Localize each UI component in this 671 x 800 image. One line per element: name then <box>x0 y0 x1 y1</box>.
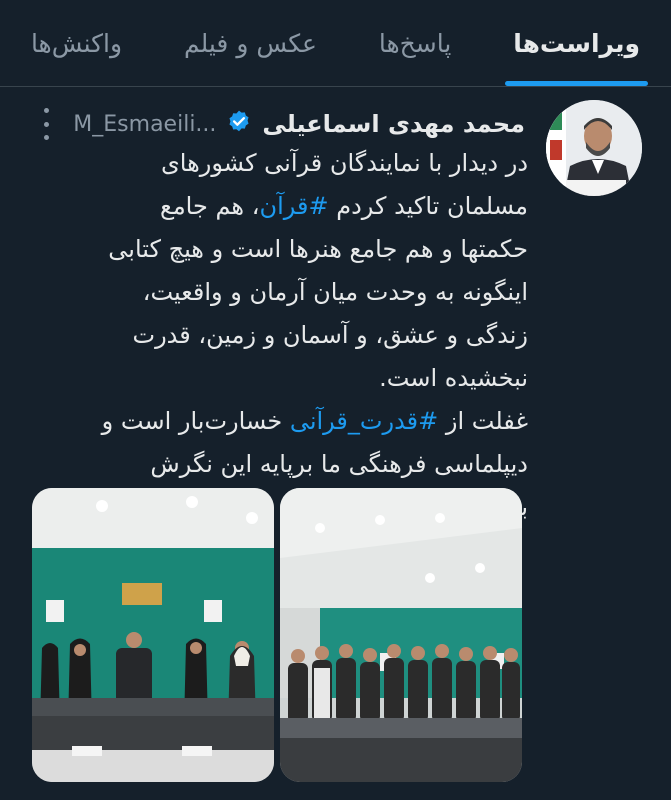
tweet-text-part-2: ، هم جامع حکمتها و هم جامع هنرها است و ه… <box>108 192 528 392</box>
tab-replies[interactable]: پاسخ‌ها <box>371 0 459 86</box>
tab-posts-label: ویراست‌ها <box>513 28 641 58</box>
tweet-text: در دیدار با نمایندگان قرآنی کشورهای مسلم… <box>100 142 528 529</box>
tab-posts[interactable]: ویراست‌ها <box>505 0 649 86</box>
avatar[interactable] <box>546 100 642 196</box>
tab-likes-label: واکنش‌ها <box>30 28 123 58</box>
active-tab-indicator <box>505 81 649 86</box>
profile-tabs: ویراست‌ها پاسخ‌ها عکس و فیلم واکنش‌ها <box>0 0 671 87</box>
hashtag-link[interactable]: #قرآن <box>259 192 328 220</box>
tab-replies-label: پاسخ‌ها <box>378 28 452 58</box>
tweet-photo-1[interactable] <box>32 488 274 782</box>
author-handle[interactable]: M_Esmaeili... <box>73 112 216 137</box>
hashtag-link[interactable]: #قدرت_قرآنی <box>290 407 438 435</box>
tab-media[interactable]: عکس و فیلم <box>176 0 325 86</box>
tab-media-label: عکس و فیلم <box>183 28 317 58</box>
more-vertical-icon[interactable] <box>36 108 56 140</box>
meeting-group-image <box>280 488 522 782</box>
tweet-header: محمد مهدی اسماعیلی M_Esmaeili... <box>73 104 525 144</box>
avatar-image <box>546 100 642 196</box>
tweet-photo-2[interactable] <box>280 488 522 782</box>
meeting-group-image <box>32 488 274 782</box>
tab-likes[interactable]: واکنش‌ها <box>23 0 130 86</box>
author-name[interactable]: محمد مهدی اسماعیلی <box>262 110 525 138</box>
tweet-paragraph-1: در دیدار با نمایندگان قرآنی کشورهای مسلم… <box>100 142 528 400</box>
verified-badge-icon <box>226 109 252 139</box>
tweet-text-part-3: غفلت از <box>445 407 528 435</box>
